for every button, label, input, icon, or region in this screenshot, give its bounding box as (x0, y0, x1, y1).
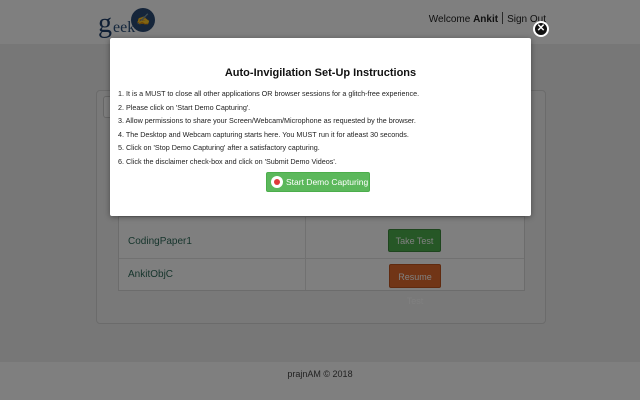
start-demo-capturing-button[interactable]: Start Demo Capturing (266, 172, 370, 192)
close-icon[interactable]: ✕ (533, 21, 549, 37)
modal-title: Auto-Invigilation Set-Up Instructions (224, 67, 417, 79)
instructions-modal: Auto-Invigilation Set-Up Instructions 1.… (110, 38, 531, 216)
instruction-item: 2. Please click on 'Start Demo Capturing… (118, 102, 251, 112)
instruction-item: 5. Click on 'Stop Demo Capturing' after … (118, 143, 320, 152)
capture-button-label: Start Demo Capturing (286, 177, 369, 187)
instruction-item: 4. The Desktop and Webcam capturing star… (118, 129, 409, 139)
instruction-item: 6. Click the disclaimer check-box and cl… (118, 156, 337, 166)
instruction-item: 1. It is a MUST to close all other appli… (118, 89, 420, 98)
instruction-item: 3. Allow permissions to share your Scree… (118, 116, 416, 125)
webcam-record-icon (271, 176, 283, 188)
instruction-list: 1. It is a MUST to close all other appli… (118, 87, 528, 168)
